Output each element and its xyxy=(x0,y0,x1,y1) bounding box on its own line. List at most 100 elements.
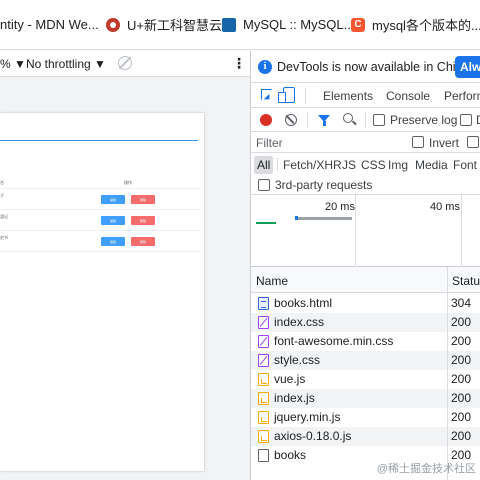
hide-data-urls-checkbox[interactable] xyxy=(467,136,479,148)
table-row[interactable]: font-awesome.min.css 200 xyxy=(251,332,480,351)
column-separator[interactable] xyxy=(447,267,448,480)
type-separator xyxy=(277,158,278,171)
book-name: 游记 xyxy=(0,214,8,219)
rotate-icon[interactable] xyxy=(118,56,132,70)
overview-bar-resources xyxy=(295,217,352,220)
device-toolbar: % ▼ No throttling ▼ ⋮ xyxy=(0,51,250,77)
css-file-icon xyxy=(258,335,269,348)
table-row[interactable]: index.css 200 xyxy=(251,313,480,332)
book-name: 史书 xyxy=(0,235,8,240)
request-status: 200 xyxy=(451,353,472,367)
network-request-table: Name Status books.html304index.css200fon… xyxy=(251,267,480,480)
preserve-log-checkbox[interactable] xyxy=(373,114,385,126)
table-row[interactable]: axios-0.18.0.js 200 xyxy=(251,427,480,446)
throttling-select[interactable]: No throttling ▼ xyxy=(26,57,106,71)
css-file-icon xyxy=(258,354,269,367)
bookmark-mysql[interactable]: MySQL :: MySQL... xyxy=(222,0,354,50)
clear-icon[interactable] xyxy=(285,114,297,126)
js-file-icon xyxy=(258,392,269,405)
inspect-element-icon[interactable] xyxy=(261,89,272,100)
bookmark-title: mysql各个版本的... xyxy=(372,18,480,33)
table-row[interactable]: vue.js 200 xyxy=(251,370,480,389)
tab-console[interactable]: Console xyxy=(386,89,430,103)
filter-icon[interactable] xyxy=(318,115,330,126)
delete-button[interactable]: 删除 xyxy=(131,216,155,225)
table-row[interactable]: style.css 200 xyxy=(251,351,480,370)
third-party-row: 3rd-party requests xyxy=(251,175,480,195)
invert-checkbox[interactable] xyxy=(412,136,424,148)
request-status: 200 xyxy=(451,372,472,386)
disable-cache-checkbox[interactable] xyxy=(460,114,472,126)
edit-button[interactable]: 编辑 xyxy=(101,216,125,225)
devtools-panel: i DevTools is now available in Chinese! … xyxy=(251,51,480,480)
request-status: 200 xyxy=(451,334,472,348)
tab-separator xyxy=(305,88,306,104)
request-name: index.js xyxy=(274,391,315,405)
type-font[interactable]: Font xyxy=(450,156,480,174)
book-name: 子 xyxy=(0,193,4,198)
type-media[interactable]: Media xyxy=(412,156,451,174)
devtools-tabs: Elements Console Perform xyxy=(251,83,480,108)
tab-elements[interactable]: Elements xyxy=(323,89,373,103)
filter-input[interactable] xyxy=(256,135,401,151)
request-name: jquery.min.js xyxy=(274,410,341,424)
request-status: 304 xyxy=(451,296,472,310)
bookmark-csdn[interactable]: C mysql各个版本的... xyxy=(351,0,480,50)
column-header-name[interactable]: Name xyxy=(256,274,288,288)
record-icon[interactable] xyxy=(260,114,272,126)
zoom-select[interactable]: % ▼ xyxy=(0,57,26,71)
disable-cache-label: D xyxy=(476,113,480,127)
delete-button[interactable]: 删除 xyxy=(131,195,155,204)
request-name: index.css xyxy=(274,315,325,329)
page-viewport: % ▼ No throttling ▼ ⋮ 名 操作 子 编辑 删除 游记 编辑… xyxy=(0,51,250,480)
table-row: 子 编辑 删除 xyxy=(0,189,200,210)
bookmarks-bar: ntity - MDN We... U+新工科智慧云 MySQL :: MySQ… xyxy=(0,0,480,50)
request-name: axios-0.18.0.js xyxy=(274,429,352,443)
column-actions-header: 操作 xyxy=(124,180,132,185)
css-file-icon xyxy=(258,316,269,329)
type-js[interactable]: JS xyxy=(339,156,359,174)
table-row[interactable]: jquery.min.js 200 xyxy=(251,408,480,427)
delete-button[interactable]: 删除 xyxy=(131,237,155,246)
column-header-status[interactable]: Status xyxy=(452,274,480,288)
third-party-checkbox[interactable] xyxy=(258,179,270,191)
more-options-icon[interactable]: ⋮ xyxy=(232,56,246,70)
type-img[interactable]: Img xyxy=(385,156,411,174)
request-name: books xyxy=(274,448,307,462)
request-name: style.css xyxy=(274,353,321,367)
preserve-log-label: Preserve log xyxy=(390,113,458,127)
doc-file-icon xyxy=(258,297,269,310)
table-row: 游记 编辑 删除 xyxy=(0,210,200,231)
network-table-header: Name Status xyxy=(251,267,480,293)
bookmark-u-cloud[interactable]: U+新工科智慧云 xyxy=(106,0,222,50)
request-status: 200 xyxy=(451,391,472,405)
page-preview: 名 操作 子 编辑 删除 游记 编辑 删除 史书 编辑 删除 xyxy=(0,113,204,471)
overview-tick-label: 40 ms xyxy=(430,201,460,213)
overview-gridline xyxy=(355,195,356,267)
table-row[interactable]: books.html 304 xyxy=(251,294,480,313)
type-fetch-xhr[interactable]: Fetch/XHR xyxy=(280,156,345,174)
bookmark-title: ntity - MDN We... xyxy=(0,17,98,32)
other-file-icon xyxy=(258,449,269,462)
request-name: font-awesome.min.css xyxy=(274,334,394,348)
overview-gridline xyxy=(461,195,462,267)
tab-performance[interactable]: Perform xyxy=(444,89,480,103)
request-status: 200 xyxy=(451,315,472,329)
books-table-header: 名 操作 xyxy=(0,177,200,189)
request-name: vue.js xyxy=(274,372,306,386)
csdn-icon: C xyxy=(351,17,365,32)
page-header-rule xyxy=(0,140,198,141)
resource-type-filters: All Fetch/XHR JS CSS Img Media Font xyxy=(251,153,480,175)
toggle-device-icon[interactable] xyxy=(278,87,295,103)
info-icon: i xyxy=(258,60,272,74)
network-overview[interactable]: 20 ms 40 ms xyxy=(251,195,480,267)
always-match-language-button[interactable]: Alwa xyxy=(455,56,480,78)
search-icon[interactable] xyxy=(343,113,353,123)
table-row: 史书 编辑 删除 xyxy=(0,231,200,252)
edit-button[interactable]: 编辑 xyxy=(101,237,125,246)
bookmark-mdn[interactable]: ntity - MDN We... xyxy=(0,0,98,50)
overview-bar-marker xyxy=(295,216,298,220)
edit-button[interactable]: 编辑 xyxy=(101,195,125,204)
table-row[interactable]: index.js 200 xyxy=(251,389,480,408)
type-all[interactable]: All xyxy=(254,156,274,174)
